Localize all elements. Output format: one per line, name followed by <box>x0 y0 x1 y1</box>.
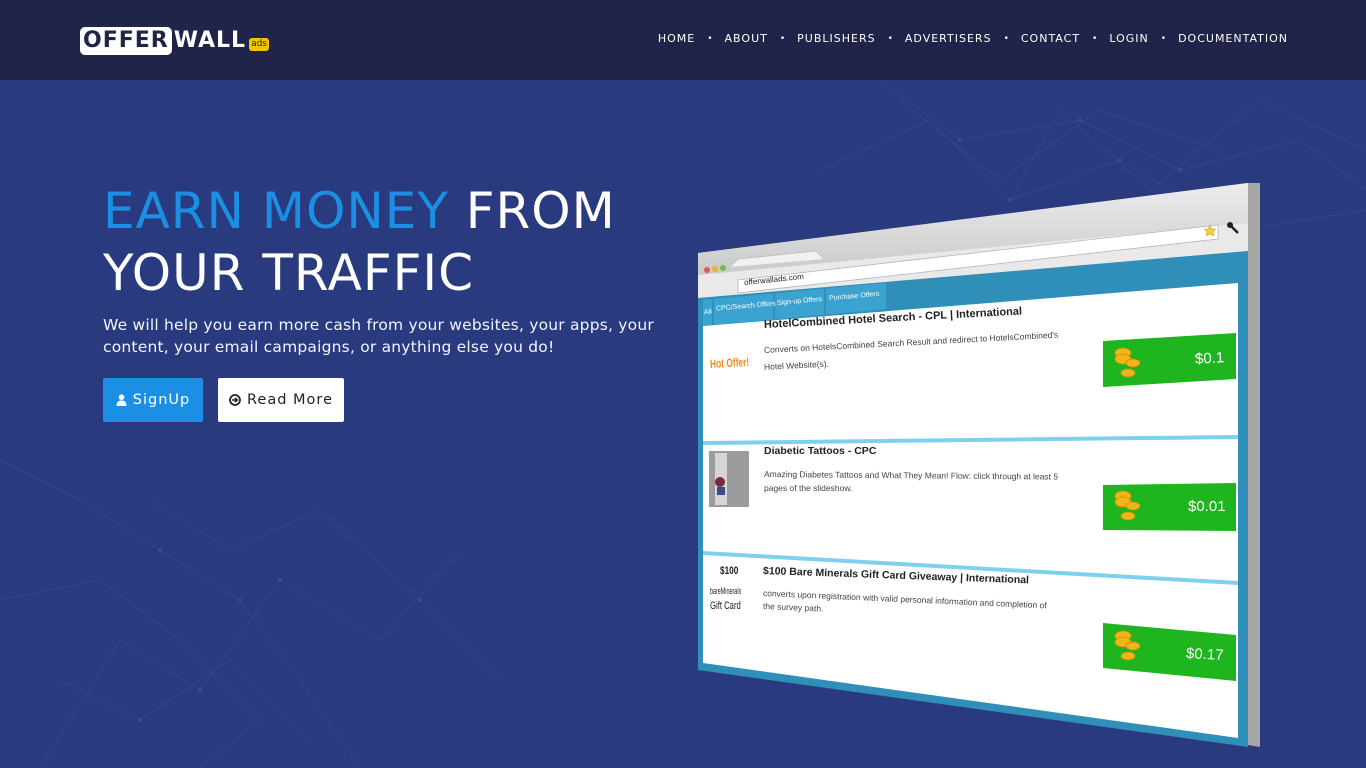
nav-separator: • <box>1003 34 1009 44</box>
browser-frame <box>698 183 1260 747</box>
logo-offer-text: OFFER <box>80 27 172 55</box>
main-nav: HOME • ABOUT • PUBLISHERS • ADVERTISERS … <box>658 31 1288 47</box>
hero-description: We will help you earn more cash from you… <box>103 316 654 356</box>
navbar: OFFER WALL ads HOME • ABOUT • PUBLISHERS… <box>0 0 1366 80</box>
signup-button-label: SignUp <box>132 392 191 408</box>
nav-separator: • <box>887 34 893 44</box>
nav-contact[interactable]: CONTACT <box>1021 31 1080 47</box>
nav-publishers[interactable]: PUBLISHERS <box>797 31 875 47</box>
hero-title-accent: EARN MONEY <box>103 182 449 240</box>
logo-wall-text: WALL <box>173 28 247 53</box>
offer-2-desc-line2: pages of the slideshow. <box>764 483 853 493</box>
hero-title: EARN MONEY FROM YOUR TRAFFIC <box>103 180 663 304</box>
offer-3-thumb-brand: bareMinerals <box>710 586 742 596</box>
nav-separator: • <box>1092 34 1098 44</box>
nav-advertisers[interactable]: ADVERTISERS <box>905 31 992 47</box>
nav-separator: • <box>707 34 713 44</box>
logo[interactable]: OFFER WALL ads <box>80 27 269 55</box>
signup-button[interactable]: SignUp <box>103 378 203 422</box>
nav-documentation[interactable]: DOCUMENTATION <box>1178 31 1288 47</box>
logo-ads-badge: ads <box>249 37 269 51</box>
read-more-button[interactable]: Read More <box>218 378 344 422</box>
offer-3-thumb-giftcard: Gift Card <box>710 600 741 612</box>
offerwall-browser-mockup: offerwallads.com All CPC/Search Offers S… <box>698 183 1260 747</box>
mockup-tab-all: All <box>703 308 713 317</box>
offer-1-thumb: Hot Offer! <box>709 354 750 371</box>
arrow-circle-right-icon <box>229 394 241 406</box>
nav-login[interactable]: LOGIN <box>1109 31 1148 47</box>
hero-title-from: FROM <box>465 182 616 240</box>
offer-3-thumb-amount: $100 <box>720 565 739 577</box>
offer-2-payout[interactable]: $0.01 <box>1188 498 1226 515</box>
nav-about[interactable]: ABOUT <box>725 31 768 47</box>
offer-3-payout[interactable]: $0.17 <box>1186 645 1224 664</box>
nav-separator: • <box>1160 34 1167 44</box>
offer-2-title: Diabetic Tattoos - CPC <box>764 445 877 457</box>
user-icon <box>116 394 127 406</box>
nav-separator: • <box>779 34 786 44</box>
hero-title-line2: YOUR TRAFFIC <box>103 244 475 302</box>
read-more-button-label: Read More <box>247 392 333 408</box>
offer-1-payout[interactable]: $0.1 <box>1195 349 1225 368</box>
nav-home[interactable]: HOME <box>658 31 695 47</box>
